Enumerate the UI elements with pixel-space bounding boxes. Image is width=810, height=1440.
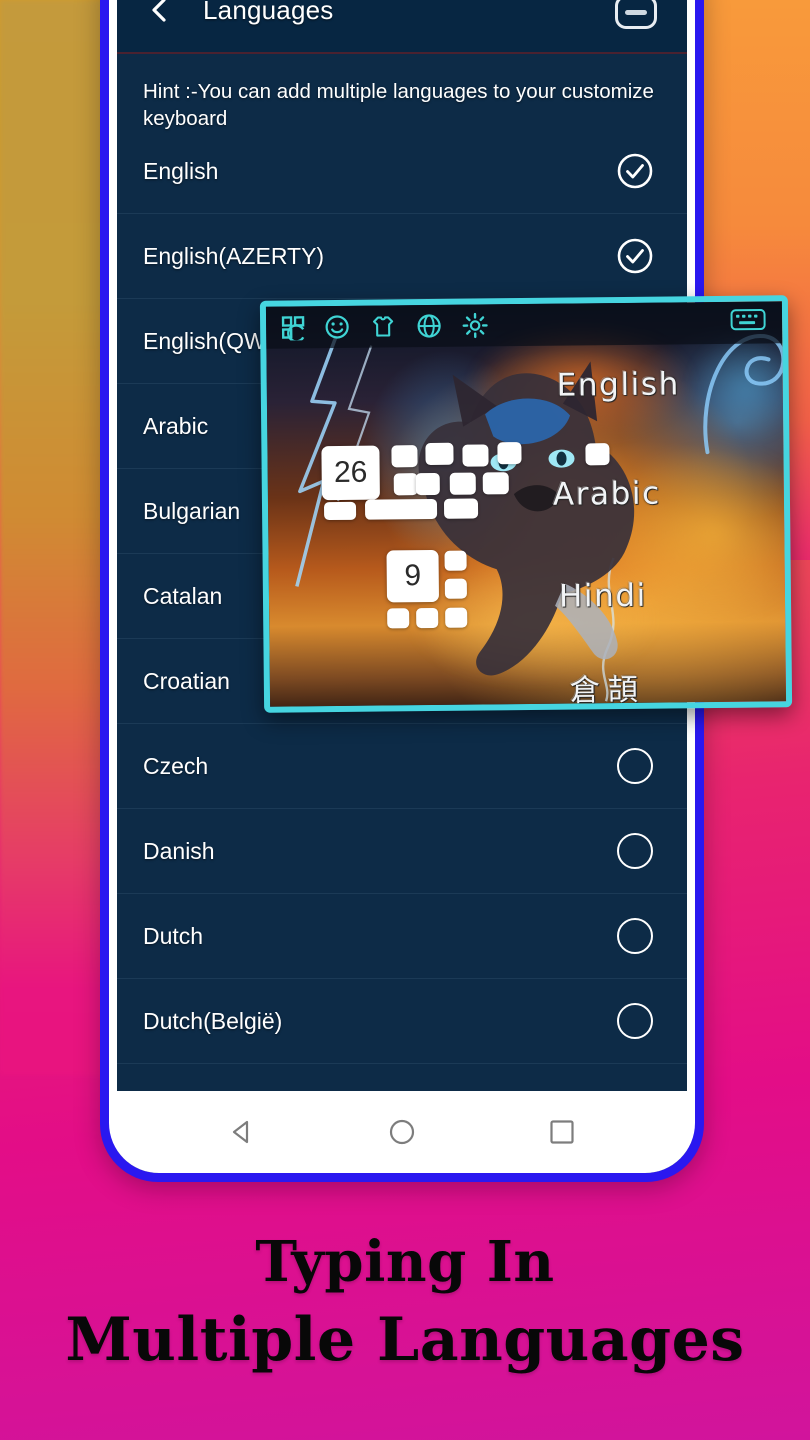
language-row[interactable]: Dutch bbox=[117, 894, 687, 979]
keyboard-theme-artwork: 26 9 English Arabic Hindi 倉頡 bbox=[265, 301, 793, 709]
language-unchecked-icon[interactable] bbox=[617, 1003, 653, 1039]
language-row[interactable]: Dutch(België) bbox=[117, 979, 687, 1064]
preview-language-arabic: Arabic bbox=[552, 475, 661, 513]
language-label: Croatian bbox=[143, 667, 230, 694]
back-triangle-icon[interactable] bbox=[225, 1115, 259, 1149]
language-label: English(AZERTY) bbox=[143, 242, 325, 269]
keyboard-key[interactable] bbox=[425, 442, 454, 466]
language-unchecked-icon[interactable] bbox=[617, 918, 653, 954]
language-label: Catalan bbox=[143, 582, 223, 609]
caption-line-1: Typing In bbox=[255, 1229, 555, 1295]
layout-badge-26[interactable]: 26 bbox=[321, 445, 380, 501]
keyboard-key[interactable] bbox=[391, 445, 418, 468]
language-unchecked-icon[interactable] bbox=[617, 833, 653, 869]
android-navbar bbox=[117, 1091, 687, 1173]
keyboard-theme-preview[interactable]: 26 9 English Arabic Hindi 倉頡 bbox=[259, 295, 793, 713]
language-label: Dutch(België) bbox=[143, 1007, 283, 1034]
language-label: Czech bbox=[143, 752, 209, 779]
preview-language-cangjie: 倉頡 bbox=[569, 672, 647, 709]
preview-language-hindi: Hindi bbox=[558, 577, 648, 615]
language-unchecked-icon[interactable] bbox=[617, 748, 653, 784]
apps-grid-icon[interactable] bbox=[280, 314, 306, 341]
preview-language-english: English bbox=[556, 366, 681, 404]
language-label: Arabic bbox=[143, 412, 209, 439]
radio-circle bbox=[617, 748, 653, 784]
language-checked-icon[interactable] bbox=[617, 238, 653, 274]
radio-circle bbox=[617, 833, 653, 869]
keyboard-key[interactable] bbox=[444, 550, 467, 571]
page-title: Languages bbox=[203, 0, 334, 25]
keyboard-key[interactable] bbox=[585, 443, 610, 466]
layout-badge-9[interactable]: 9 bbox=[386, 549, 440, 603]
language-row[interactable]: Czech bbox=[117, 724, 687, 809]
keyboard-key[interactable] bbox=[497, 442, 522, 465]
app-header: Languages bbox=[117, 0, 687, 54]
emoji-icon[interactable] bbox=[324, 314, 350, 340]
tshirt-theme-icon[interactable] bbox=[370, 313, 396, 339]
recents-square-icon[interactable] bbox=[545, 1115, 579, 1149]
keyboard-key[interactable] bbox=[482, 472, 509, 495]
language-row[interactable]: English bbox=[117, 129, 687, 214]
language-label: English bbox=[143, 157, 219, 184]
keyboard-key[interactable] bbox=[462, 444, 489, 467]
radio-circle bbox=[617, 918, 653, 954]
keyboard-key[interactable] bbox=[445, 607, 468, 628]
language-label: Bulgarian bbox=[143, 497, 241, 524]
caption-line-2: Multiple Languages bbox=[65, 1305, 745, 1375]
keyboard-key[interactable] bbox=[387, 608, 410, 629]
language-row[interactable]: Danish bbox=[117, 809, 687, 894]
keyboard-icon[interactable] bbox=[730, 307, 766, 331]
keyboard-key[interactable] bbox=[443, 498, 479, 519]
keyboard-key[interactable] bbox=[449, 472, 476, 495]
promo-caption: Typing In Multiple Languages bbox=[0, 1234, 810, 1370]
keyboard-key[interactable] bbox=[415, 472, 440, 496]
language-checked-icon[interactable] bbox=[617, 153, 653, 189]
keyboard-key[interactable] bbox=[444, 578, 467, 599]
gear-settings-icon[interactable] bbox=[462, 312, 488, 339]
hint-text: Hint :-You can add multiple languages to… bbox=[143, 80, 654, 130]
keyboard-key[interactable] bbox=[393, 473, 418, 496]
home-circle-icon[interactable] bbox=[385, 1115, 419, 1149]
language-label: Danish bbox=[143, 837, 215, 864]
keyboard-spacebar[interactable] bbox=[364, 498, 438, 520]
language-label: Dutch bbox=[143, 922, 204, 949]
keyboard-key[interactable] bbox=[323, 501, 357, 521]
globe-language-icon[interactable] bbox=[416, 313, 442, 339]
radio-circle bbox=[617, 1003, 653, 1039]
keyboard-toolbar bbox=[265, 301, 783, 349]
keyboard-key[interactable] bbox=[416, 607, 439, 629]
language-row[interactable]: English(AZERTY) bbox=[117, 214, 687, 299]
minimize-icon[interactable] bbox=[615, 0, 657, 29]
back-arrow-icon[interactable] bbox=[147, 0, 173, 23]
